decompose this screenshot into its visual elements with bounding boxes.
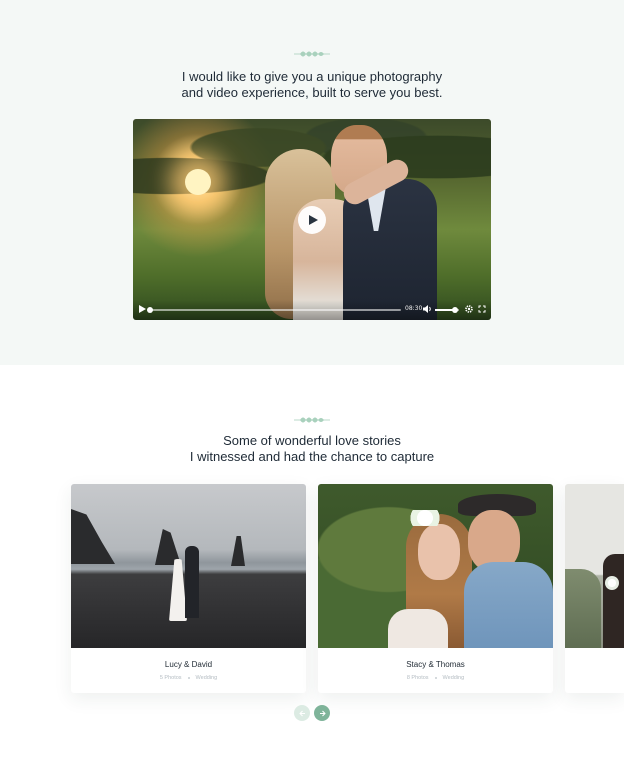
fullscreen-icon[interactable] [478,305,486,313]
video-time: 08:30 [405,305,423,312]
volume-knob[interactable] [452,307,459,313]
video-player[interactable]: 08:30 [133,119,491,320]
stories-heading: Some of wonderful love stories I witness… [0,433,624,465]
story-photo-stacy-thomas[interactable] [318,484,553,648]
stories-line-2: I witnessed and had the chance to captur… [189,449,435,464]
volume-slider[interactable] [435,307,459,313]
intro-heading: I would like to give you a unique photog… [0,69,624,101]
arrow-left-icon [298,710,305,716]
video-progress-knob[interactable] [147,307,153,313]
meta-separator [187,676,190,679]
story-meta: 5 Photos Wedding [71,675,306,681]
carousel-prev-button[interactable] [294,705,310,721]
story-photo-count: 8 Photos [406,675,429,681]
story-photo-count: 5 Photos [159,675,182,681]
volume-icon[interactable] [423,305,432,313]
story-card[interactable]: Stacy & Thomas 8 Photos Wedding [318,484,553,693]
story-category[interactable]: Wedding [196,675,218,681]
story-photo-lucy-david[interactable] [71,484,306,648]
leaf-branch-icon [294,417,330,423]
story-card-partial[interactable] [565,484,624,693]
video-section: I would like to give you a unique photog… [0,0,624,365]
play-icon [308,215,318,225]
stories-line-1: Some of wonderful love stories [223,433,401,448]
story-meta: 8 Photos Wedding [318,675,553,681]
story-card[interactable]: Lucy & David 5 Photos Wedding [71,484,306,693]
leaf-branch-icon [294,51,330,57]
intro-line-2: and video experience, built to serve you… [181,85,443,100]
arrow-right-icon [319,710,326,716]
settings-icon[interactable] [465,305,473,313]
play-button[interactable] [298,206,326,234]
story-category[interactable]: Wedding [443,675,465,681]
video-controls: 08:30 [133,300,491,320]
story-title[interactable]: Stacy & Thomas [318,660,553,669]
story-photo-partial[interactable] [565,484,624,648]
intro-line-1: I would like to give you a unique photog… [181,69,443,84]
video-progress-bar[interactable] [147,307,401,313]
control-play-icon[interactable] [139,305,146,313]
carousel-next-button[interactable] [314,705,330,721]
video-sun [185,169,211,195]
story-title[interactable]: Lucy & David [71,660,306,669]
meta-separator [434,676,437,679]
